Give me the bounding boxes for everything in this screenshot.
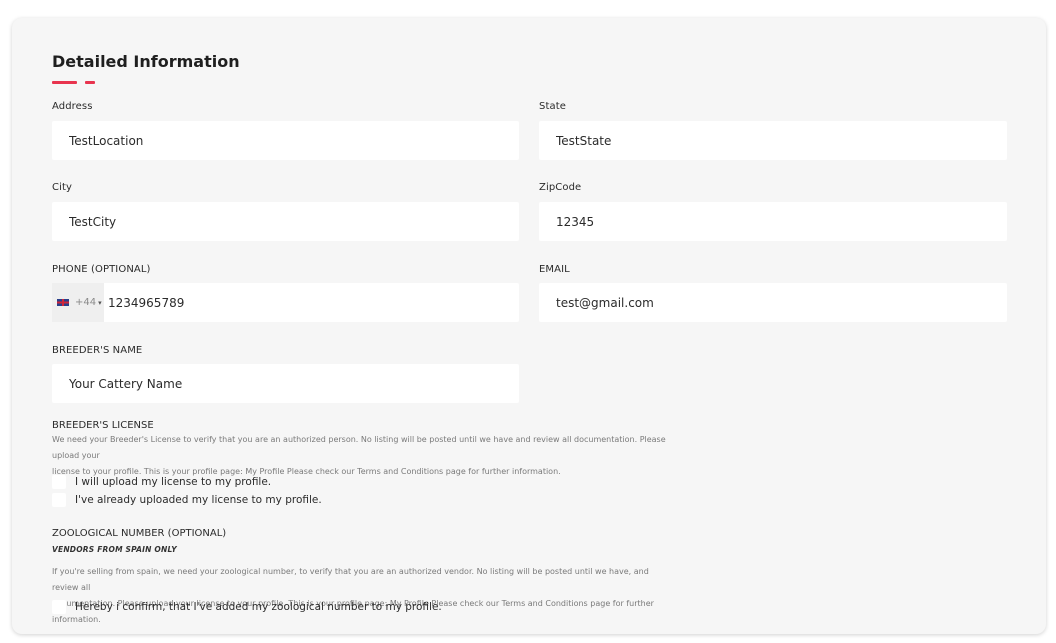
title-underline-long bbox=[52, 81, 77, 84]
state-input[interactable] bbox=[539, 121, 1007, 160]
license-uploaded-checkbox[interactable] bbox=[52, 493, 66, 507]
zoological-number-title: ZOOLOGICAL NUMBER (OPTIONAL) bbox=[52, 528, 227, 539]
detailed-information-card: Detailed Information Address State City … bbox=[12, 18, 1046, 634]
zoological-description: If you're selling from spain, we need yo… bbox=[52, 567, 654, 624]
breeder-name-input[interactable] bbox=[52, 364, 519, 403]
zoological-subtitle: VENDORS FROM SPAIN ONLY bbox=[52, 545, 177, 554]
zipcode-input[interactable] bbox=[539, 202, 1007, 241]
address-input[interactable] bbox=[52, 121, 519, 160]
address-label: Address bbox=[52, 101, 93, 112]
license-upload-later-checkbox[interactable] bbox=[52, 475, 66, 489]
country-code: +44 bbox=[75, 297, 97, 308]
chevron-down-icon: ▾ bbox=[98, 298, 102, 307]
state-label: State bbox=[539, 101, 566, 112]
uk-flag-icon bbox=[57, 299, 69, 306]
license-upload-later-option[interactable]: I will upload my license to my profile. bbox=[52, 475, 271, 489]
phone-field: +44 ▾ bbox=[52, 283, 519, 322]
zoological-confirm-checkbox[interactable] bbox=[52, 600, 66, 614]
breeder-license-title: BREEDER'S LICENSE bbox=[52, 420, 154, 431]
city-input[interactable] bbox=[52, 202, 519, 241]
license-uploaded-label: I've already uploaded my license to my p… bbox=[75, 494, 322, 506]
license-upload-later-label: I will upload my license to my profile. bbox=[75, 476, 272, 488]
title-underline-short bbox=[85, 81, 95, 84]
phone-input[interactable] bbox=[108, 283, 508, 322]
city-label: City bbox=[52, 182, 72, 193]
zoological-confirm-label: Hereby i confirm, that I've added my zoo… bbox=[75, 601, 442, 613]
email-input[interactable] bbox=[539, 283, 1007, 322]
country-code-selector[interactable]: +44 ▾ bbox=[52, 283, 104, 322]
license-uploaded-option[interactable]: I've already uploaded my license to my p… bbox=[52, 493, 322, 507]
breeder-license-description: We need your Breeder's License to verify… bbox=[52, 435, 666, 476]
section-title: Detailed Information bbox=[52, 52, 240, 71]
zoological-confirm-option[interactable]: Hereby i confirm, that I've added my zoo… bbox=[52, 600, 442, 614]
breeder-name-label: BREEDER'S NAME bbox=[52, 345, 143, 356]
zipcode-label: ZipCode bbox=[539, 182, 582, 193]
phone-label: PHONE (OPTIONAL) bbox=[52, 264, 151, 275]
email-label: EMAIL bbox=[539, 264, 570, 275]
